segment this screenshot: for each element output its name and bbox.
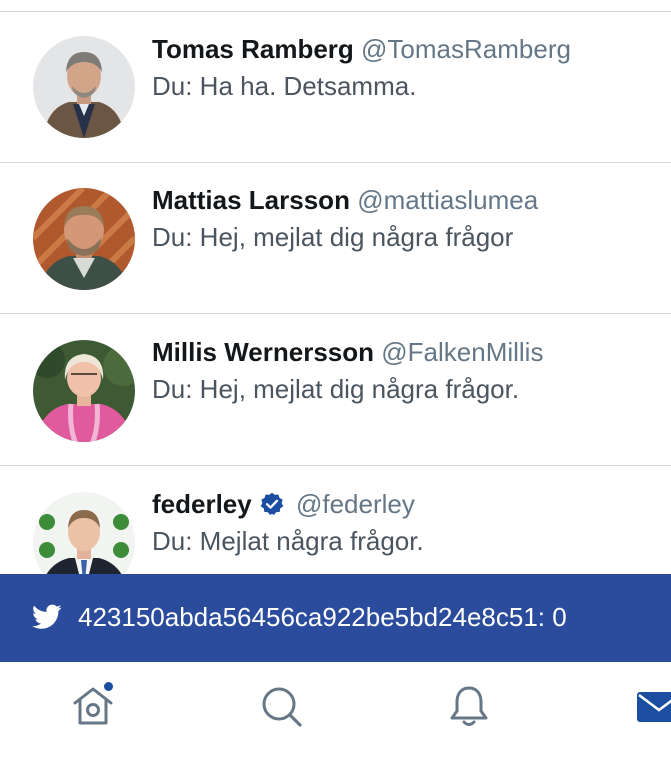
message-preview: Du: Ha ha. Detsamma. <box>152 71 417 101</box>
message-preview: Du: Hej, mejlat dig några frågor. <box>152 374 520 404</box>
name-line: Mattias Larsson @mattiaslumea <box>152 185 538 215</box>
avatar[interactable] <box>33 340 135 442</box>
user-handle: @federley <box>295 489 415 519</box>
name-line: Tomas Ramberg @TomasRamberg <box>152 34 571 64</box>
search-icon <box>262 687 302 727</box>
notification-banner[interactable]: 423150abda56456ca922be5bd24e8c51: 0 <box>0 574 671 662</box>
conversation-list: Tomas Ramberg @TomasRamberg Du: Ha ha. D… <box>0 0 671 574</box>
avatar[interactable] <box>33 492 135 574</box>
display-name: Millis Wernersson <box>152 337 375 367</box>
name-line: Millis Wernersson @FalkenMillis <box>152 337 543 367</box>
name-line: federley @federley <box>152 489 415 519</box>
user-handle: @TomasRamberg <box>361 34 571 64</box>
message-preview: Du: Hej, mejlat dig några frågor <box>152 222 514 252</box>
avatar[interactable] <box>33 188 135 290</box>
tab-search[interactable] <box>259 684 303 728</box>
conversation-row[interactable]: federley @federley Du: Mejlat några fråg… <box>0 467 671 574</box>
bell-icon <box>450 686 488 726</box>
conversation-row[interactable]: Millis Wernersson @FalkenMillis Du: Hej,… <box>0 315 671 466</box>
mail-icon <box>637 692 671 722</box>
display-name: Mattias Larsson <box>152 185 350 215</box>
user-handle: @FalkenMillis <box>381 337 544 367</box>
user-handle: @mattiaslumea <box>357 185 539 215</box>
display-name: Tomas Ramberg <box>152 34 354 64</box>
banner-text: 423150abda56456ca922be5bd24e8c51: 0 <box>78 602 567 632</box>
tab-messages[interactable] <box>636 684 671 728</box>
tab-bar <box>0 662 671 761</box>
message-preview: Du: Mejlat några frågor. <box>152 526 424 556</box>
conversation-row[interactable]: Mattias Larsson @mattiaslumea Du: Hej, m… <box>0 163 671 314</box>
verified-badge-icon <box>260 492 284 516</box>
conversation-row[interactable]: Tomas Ramberg @TomasRamberg Du: Ha ha. D… <box>0 12 671 163</box>
tab-notifications[interactable] <box>447 684 491 728</box>
home-notification-dot <box>104 682 113 691</box>
twitter-bird-icon <box>32 604 62 629</box>
avatar[interactable] <box>33 36 135 138</box>
display-name: federley <box>152 489 252 519</box>
